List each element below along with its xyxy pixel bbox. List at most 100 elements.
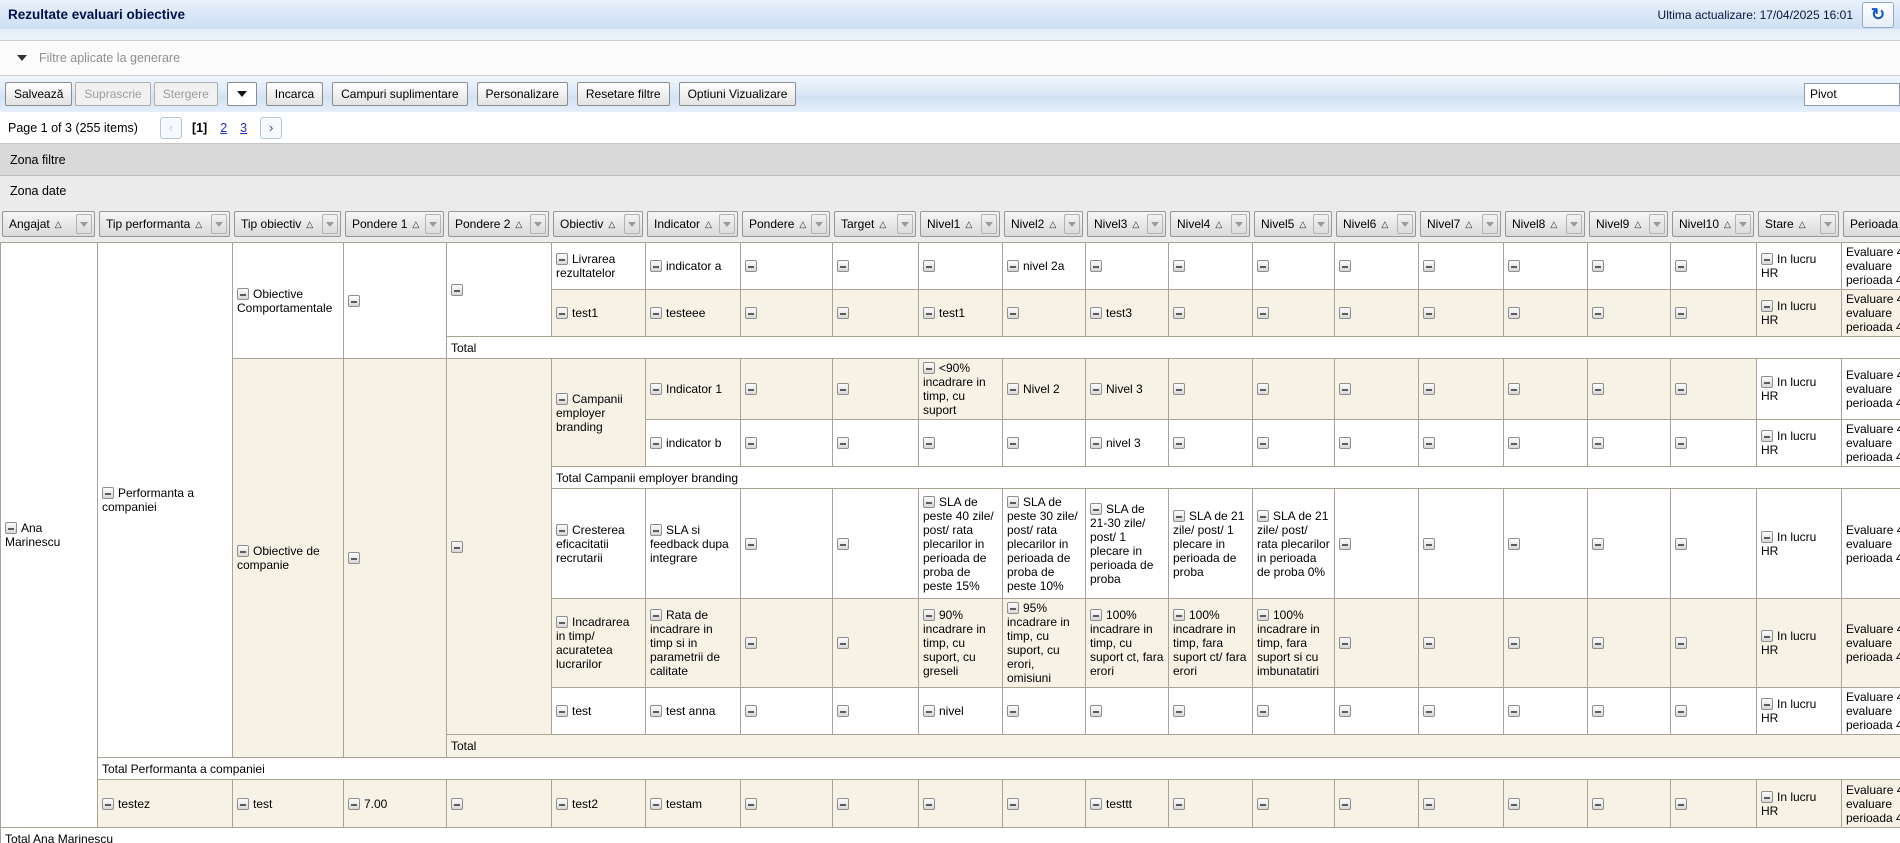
collapse-icon[interactable]: [1090, 705, 1102, 717]
collapse-icon[interactable]: [1761, 376, 1773, 388]
collapse-icon[interactable]: [1257, 798, 1269, 810]
collapse-icon[interactable]: [1508, 437, 1520, 449]
filter-dropdown-button[interactable]: [1566, 214, 1582, 234]
collapse-icon[interactable]: [1339, 637, 1351, 649]
filter-dropdown-button[interactable]: [981, 214, 997, 234]
collapse-icon[interactable]: [1508, 637, 1520, 649]
column-chip-stare[interactable]: Stare△: [1758, 211, 1839, 237]
collapse-icon[interactable]: [102, 487, 114, 499]
collapse-icon[interactable]: [923, 362, 935, 374]
save-button[interactable]: Salvează: [5, 82, 72, 106]
collapse-icon[interactable]: [1508, 538, 1520, 550]
filter-dropdown-button[interactable]: [1649, 214, 1665, 234]
collapse-icon[interactable]: [1007, 307, 1019, 319]
collapse-icon[interactable]: [1592, 705, 1604, 717]
collapse-icon[interactable]: [1007, 705, 1019, 717]
collapse-icon[interactable]: [1339, 538, 1351, 550]
collapse-icon[interactable]: [923, 307, 935, 319]
collapse-icon[interactable]: [837, 307, 849, 319]
column-chip-nivel9[interactable]: Nivel9△: [1589, 211, 1668, 237]
collapse-icon[interactable]: [745, 260, 757, 272]
next-page-button[interactable]: ›: [260, 117, 282, 139]
collapse-icon[interactable]: [1090, 260, 1102, 272]
column-chip-perioada[interactable]: Perioada△: [1843, 211, 1900, 237]
collapse-icon[interactable]: [1761, 300, 1773, 312]
collapse-icon[interactable]: [745, 383, 757, 395]
collapse-icon[interactable]: [1508, 383, 1520, 395]
collapse-icon[interactable]: [1423, 798, 1435, 810]
collapse-icon[interactable]: [1423, 637, 1435, 649]
collapse-icon[interactable]: [745, 705, 757, 717]
collapse-icon[interactable]: [1339, 437, 1351, 449]
collapse-icon[interactable]: [837, 437, 849, 449]
collapse-icon[interactable]: [1090, 437, 1102, 449]
collapse-icon[interactable]: [1090, 503, 1102, 515]
filter-dropdown-button[interactable]: [1064, 214, 1080, 234]
filter-dropdown-button[interactable]: [1397, 214, 1413, 234]
collapse-icon[interactable]: [1761, 531, 1773, 543]
prev-page-button[interactable]: ‹: [160, 117, 182, 139]
collapse-icon[interactable]: [556, 524, 568, 536]
collapse-icon[interactable]: [348, 295, 360, 307]
overwrite-button[interactable]: Suprascrie: [75, 82, 150, 106]
column-chip-tip-performanta[interactable]: Tip performanta△: [99, 211, 230, 237]
filter-dropdown-button[interactable]: [1820, 214, 1836, 234]
collapse-icon[interactable]: [837, 637, 849, 649]
collapse-icon[interactable]: [348, 798, 360, 810]
collapse-icon[interactable]: [451, 284, 463, 296]
collapse-icon[interactable]: [1675, 437, 1687, 449]
column-chip-nivel1[interactable]: Nivel1△: [920, 211, 1000, 237]
filter-zone-bar[interactable]: Zona filtre: [0, 144, 1900, 176]
collapse-icon[interactable]: [1675, 705, 1687, 717]
collapse-icon[interactable]: [1007, 260, 1019, 272]
column-chip-target[interactable]: Target△: [834, 211, 916, 237]
collapse-icon[interactable]: [923, 798, 935, 810]
filter-dropdown-button[interactable]: [719, 214, 735, 234]
collapse-icon[interactable]: [1675, 637, 1687, 649]
column-chip-tip-obiectiv[interactable]: Tip obiectiv△: [234, 211, 341, 237]
collapse-icon[interactable]: [650, 798, 662, 810]
collapse-icon[interactable]: [1007, 798, 1019, 810]
collapse-icon[interactable]: [1508, 260, 1520, 272]
collapse-icon[interactable]: [1675, 538, 1687, 550]
collapse-icon[interactable]: [451, 541, 463, 553]
collapse-icon[interactable]: [1257, 510, 1269, 522]
collapse-icon[interactable]: [1423, 705, 1435, 717]
collapse-icon[interactable]: [1423, 260, 1435, 272]
collapse-icon[interactable]: [923, 705, 935, 717]
collapse-icon[interactable]: [1592, 383, 1604, 395]
collapse-icon[interactable]: [1675, 260, 1687, 272]
collapse-icon[interactable]: [1339, 383, 1351, 395]
page-3-link[interactable]: 3: [240, 121, 247, 135]
filter-dropdown-button[interactable]: [811, 214, 827, 234]
collapse-icon[interactable]: [1090, 609, 1102, 621]
collapse-icon[interactable]: [1257, 383, 1269, 395]
collapse-icon[interactable]: [1761, 630, 1773, 642]
filter-dropdown-button[interactable]: [1735, 214, 1751, 234]
collapse-icon[interactable]: [1257, 260, 1269, 272]
collapse-icon[interactable]: [1675, 383, 1687, 395]
collapse-icon[interactable]: [1090, 798, 1102, 810]
column-chip-nivel2[interactable]: Nivel2△: [1004, 211, 1083, 237]
column-chip-angajat[interactable]: Angajat△: [2, 211, 95, 237]
collapse-icon[interactable]: [556, 616, 568, 628]
filter-dropdown-button[interactable]: [624, 214, 640, 234]
reset-filters-button[interactable]: Resetare filtre: [577, 82, 670, 106]
collapse-icon[interactable]: [1423, 538, 1435, 550]
filter-dropdown-button[interactable]: [322, 214, 338, 234]
collapse-icon[interactable]: [1761, 791, 1773, 803]
filter-dropdown-button[interactable]: [897, 214, 913, 234]
collapse-icon[interactable]: [1508, 307, 1520, 319]
collapse-icon[interactable]: [1257, 437, 1269, 449]
collapse-icon[interactable]: [1592, 307, 1604, 319]
collapse-icon[interactable]: [1423, 437, 1435, 449]
collapse-icon[interactable]: [1339, 798, 1351, 810]
collapse-icon[interactable]: [745, 307, 757, 319]
collapse-icon[interactable]: [237, 288, 249, 300]
collapse-icon[interactable]: [1508, 798, 1520, 810]
collapse-icon[interactable]: [1090, 383, 1102, 395]
collapse-icon[interactable]: [1423, 383, 1435, 395]
collapse-icon[interactable]: [556, 253, 568, 265]
column-chip-indicator[interactable]: Indicator△: [647, 211, 738, 237]
collapse-icon[interactable]: [1173, 307, 1185, 319]
